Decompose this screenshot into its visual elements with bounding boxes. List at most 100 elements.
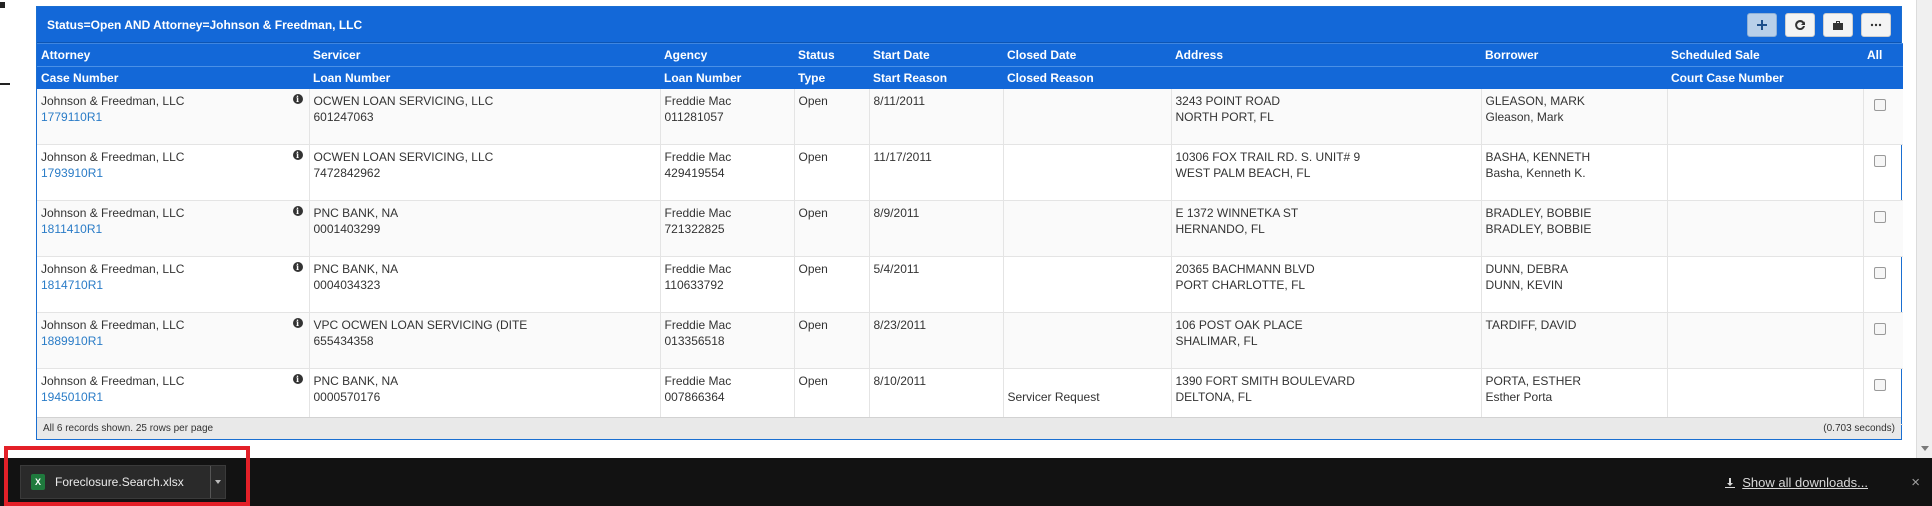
table-row[interactable]: Johnson & Freedman, LLC 1811410R1 i PNC … xyxy=(37,200,1903,257)
status-cell: Open xyxy=(794,144,870,201)
agency-loan-number: 011281057 xyxy=(664,110,724,124)
more-options-button[interactable] xyxy=(1861,12,1891,37)
scroll-down-arrow-icon[interactable] xyxy=(1921,446,1929,451)
agency-name: Freddie Mac xyxy=(664,206,732,220)
col-select-all[interactable]: All xyxy=(1863,43,1903,67)
borrower-line-1: BASHA, KENNETH xyxy=(1485,150,1591,164)
download-menu-button[interactable] xyxy=(210,466,225,498)
borrower-cell: BASHA, KENNETH Basha, Kenneth K. xyxy=(1481,144,1668,201)
header-row-1: Attorney Servicer Agency Status Start Da… xyxy=(37,43,1903,67)
servicer-cell: OCWEN LOAN SERVICING, LLC 601247063 xyxy=(309,89,661,145)
borrower-line-2: Basha, Kenneth K. xyxy=(1485,166,1586,180)
address-line-2: HERNANDO, FL xyxy=(1175,222,1265,236)
table-row[interactable]: Johnson & Freedman, LLC 1779110R1 i OCWE… xyxy=(37,89,1903,145)
case-number-link[interactable]: 1814710R1 xyxy=(41,277,305,293)
results-table: Attorney Servicer Agency Status Start Da… xyxy=(37,43,1903,425)
servicer-name: PNC BANK, NA xyxy=(313,374,399,388)
select-cell xyxy=(1863,144,1903,201)
borrower-line-2: Gleason, Mark xyxy=(1485,110,1564,124)
header-row-2: Case Number Loan Number Loan Number Type… xyxy=(37,66,1903,89)
case-number-link[interactable]: 1811410R1 xyxy=(41,221,305,237)
select-cell xyxy=(1863,89,1903,145)
col-closed-reason[interactable]: Closed Reason xyxy=(1003,66,1171,89)
table-row[interactable]: Johnson & Freedman, LLC 1793910R1 i OCWE… xyxy=(37,144,1903,201)
row-checkbox[interactable] xyxy=(1873,379,1886,391)
show-all-downloads-link[interactable]: Show all downloads... xyxy=(1724,475,1868,490)
address-cell: 3243 POINT ROAD NORTH PORT, FL xyxy=(1171,89,1482,145)
col-start-date[interactable]: Start Date xyxy=(869,43,1003,67)
case-number-link[interactable]: 1793910R1 xyxy=(41,165,305,181)
agency-cell: Freddie Mac 721322825 xyxy=(660,200,795,257)
panel-header: Status=Open AND Attorney=Johnson & Freed… xyxy=(37,7,1901,43)
status-value: Open xyxy=(798,206,828,220)
download-item[interactable]: X Foreclosure.Search.xlsx xyxy=(20,465,226,499)
status-value: Open xyxy=(798,262,828,276)
col-agency[interactable]: Agency xyxy=(660,43,794,67)
loan-number: 7472842962 xyxy=(313,166,381,180)
borrower-line-2: BRADLEY, BOBBIE xyxy=(1485,222,1592,236)
col-attorney[interactable]: Attorney xyxy=(37,43,309,67)
info-icon[interactable]: i xyxy=(292,374,303,384)
vertical-scrollbar[interactable] xyxy=(1916,0,1932,458)
address-line-2: SHALIMAR, FL xyxy=(1175,334,1258,348)
refresh-button[interactable] xyxy=(1785,12,1815,37)
briefcase-button[interactable] xyxy=(1823,12,1853,37)
col-servicer[interactable]: Servicer xyxy=(309,43,660,67)
address-line-1: 20365 BACHMANN BLVD xyxy=(1175,262,1315,276)
add-button[interactable] xyxy=(1747,12,1777,37)
case-number-link[interactable]: 1779110R1 xyxy=(41,109,305,125)
start-date-value: 8/11/2011 xyxy=(873,94,926,108)
info-icon[interactable]: i xyxy=(292,150,303,160)
col-scheduled-sale[interactable]: Scheduled Sale xyxy=(1667,43,1863,67)
col-borrower[interactable]: Borrower xyxy=(1481,43,1667,67)
records-summary: All 6 records shown. 25 rows per page xyxy=(43,423,214,434)
borrower-cell: DUNN, DEBRA DUNN, KEVIN xyxy=(1481,256,1668,313)
row-checkbox[interactable] xyxy=(1873,323,1886,335)
servicer-cell: OCWEN LOAN SERVICING, LLC 7472842962 xyxy=(309,144,661,201)
borrower-line-1: PORTA, ESTHER xyxy=(1485,374,1582,388)
col-status[interactable]: Status xyxy=(794,43,869,67)
panel-title: Status=Open AND Attorney=Johnson & Freed… xyxy=(47,17,363,32)
case-number-link[interactable]: 1889910R1 xyxy=(41,333,305,349)
case-number-link[interactable]: 1945010R1 xyxy=(41,389,305,405)
closed-cell xyxy=(1003,256,1172,313)
attorney-cell: Johnson & Freedman, LLC 1793910R1 i xyxy=(37,144,310,201)
status-value: Open xyxy=(798,374,828,388)
start-date-value: 11/17/2011 xyxy=(873,150,932,164)
col-closed-date[interactable]: Closed Date xyxy=(1003,43,1171,67)
col-agency-loan-number[interactable]: Loan Number xyxy=(660,66,794,89)
col-case-number[interactable]: Case Number xyxy=(37,66,309,89)
col-start-reason[interactable]: Start Reason xyxy=(869,66,1003,89)
status-value: Open xyxy=(798,318,828,332)
address-line-1: 106 POST OAK PLACE xyxy=(1175,318,1303,332)
address-line-2: DELTONA, FL xyxy=(1175,390,1252,404)
close-download-bar-button[interactable]: × xyxy=(1911,474,1920,491)
loan-number: 0004034323 xyxy=(313,278,381,292)
info-icon[interactable]: i xyxy=(292,318,303,328)
info-icon[interactable]: i xyxy=(292,262,303,272)
table-row[interactable]: Johnson & Freedman, LLC 1814710R1 i PNC … xyxy=(37,256,1903,313)
col-type[interactable]: Type xyxy=(794,66,869,89)
col-loan-number[interactable]: Loan Number xyxy=(309,66,660,89)
col-address[interactable]: Address xyxy=(1171,43,1481,67)
borrower-line-1: TARDIFF, DAVID xyxy=(1485,318,1577,332)
panel-footer: All 6 records shown. 25 rows per page (0… xyxy=(37,417,1901,439)
row-checkbox[interactable] xyxy=(1873,211,1886,223)
borrower-cell: TARDIFF, DAVID xyxy=(1481,312,1668,369)
table-row[interactable]: Johnson & Freedman, LLC 1889910R1 i VPC … xyxy=(37,312,1903,369)
status-cell: Open xyxy=(794,312,870,369)
col-court-case-number[interactable]: Court Case Number xyxy=(1667,66,1863,89)
attorney-name: Johnson & Freedman, LLC xyxy=(41,94,185,108)
row-checkbox[interactable] xyxy=(1873,99,1886,111)
excel-file-icon: X xyxy=(31,474,45,490)
select-cell xyxy=(1863,312,1903,369)
start-date-cell: 8/23/2011 xyxy=(869,312,1004,369)
info-icon[interactable]: i xyxy=(292,94,303,104)
row-checkbox[interactable] xyxy=(1873,155,1886,167)
attorney-cell: Johnson & Freedman, LLC 1811410R1 i xyxy=(37,200,310,257)
row-checkbox[interactable] xyxy=(1873,267,1886,279)
loan-number: 0000570176 xyxy=(313,390,381,404)
briefcase-icon xyxy=(1833,20,1843,30)
attorney-name: Johnson & Freedman, LLC xyxy=(41,374,185,388)
info-icon[interactable]: i xyxy=(292,206,303,216)
